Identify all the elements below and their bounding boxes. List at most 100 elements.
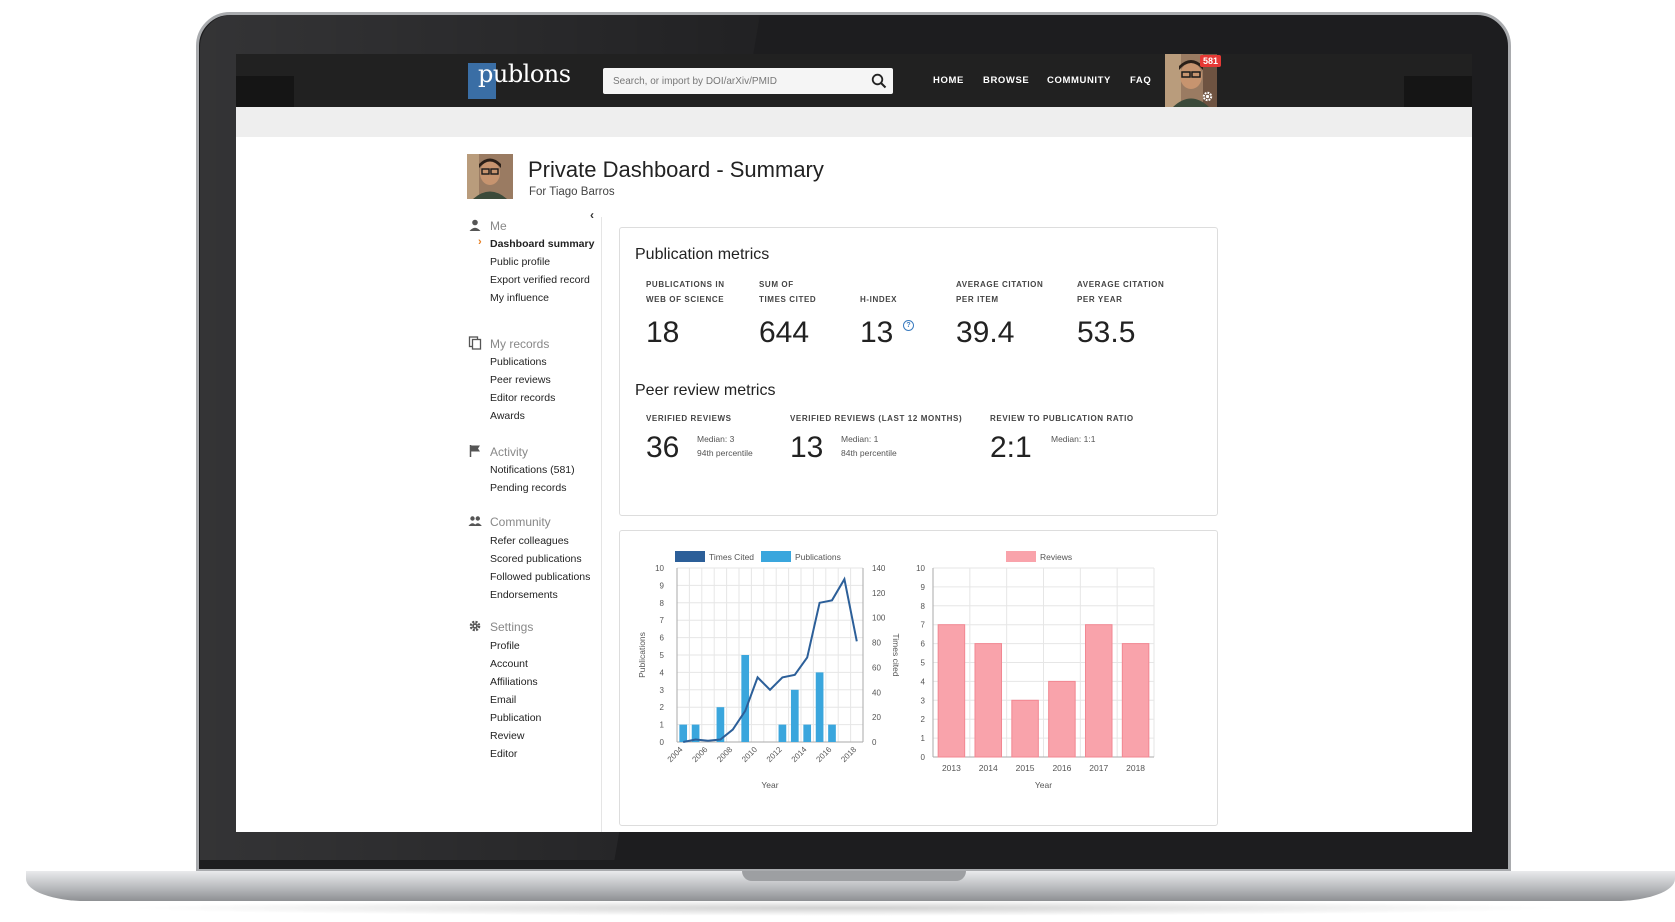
sidebar-item-endorsements[interactable]: Endorsements bbox=[490, 589, 558, 601]
logo-text: publons bbox=[478, 60, 571, 88]
sidebar-item-dashboard-summary[interactable]: Dashboard summary bbox=[490, 238, 594, 250]
metric-label: AVERAGE CITATION PER YEAR bbox=[1077, 277, 1164, 307]
nav-community-link[interactable]: COMMUNITY bbox=[1047, 75, 1111, 86]
notification-badge[interactable]: 581 bbox=[1200, 55, 1222, 67]
y-tick-label-left: 0 bbox=[660, 738, 665, 747]
metric-label-line2: PER YEAR bbox=[1077, 295, 1123, 304]
sidebar-item-my-influence[interactable]: My influence bbox=[490, 292, 549, 304]
sidebar-item-followed-publications[interactable]: Followed publications bbox=[490, 571, 590, 583]
x-tick-label: 2018 bbox=[839, 745, 858, 764]
y-tick-label-left: 8 bbox=[660, 599, 665, 608]
sidebar-item-publications[interactable]: Publications bbox=[490, 356, 547, 368]
sidebar-item-peer-reviews[interactable]: Peer reviews bbox=[490, 374, 551, 386]
search-box bbox=[603, 68, 893, 94]
median-text: Median: 1:1 bbox=[1051, 434, 1096, 444]
reviews-bar bbox=[1121, 643, 1150, 758]
y-tick-label: 2 bbox=[921, 715, 926, 724]
y-tick-label-left: 3 bbox=[660, 686, 665, 695]
y-tick-label-left: 1 bbox=[660, 721, 665, 730]
legend-label-publications: Publications bbox=[795, 552, 841, 562]
y-tick-label: 4 bbox=[921, 677, 926, 686]
verified-reviews-label: VERIFIED REVIEWS bbox=[646, 414, 732, 423]
navbar-side-left bbox=[236, 76, 294, 107]
metric-label: H-INDEX bbox=[860, 292, 897, 307]
y-tick-label-left: 4 bbox=[660, 668, 665, 677]
metric-label-line1: AVERAGE CITATION bbox=[956, 280, 1044, 289]
navbar-side-right bbox=[1404, 76, 1472, 107]
reviews-bar bbox=[974, 643, 1003, 758]
settings-gear-icon[interactable] bbox=[1201, 90, 1214, 103]
y-tick-label: 10 bbox=[916, 564, 925, 573]
nav-home-link[interactable]: HOME bbox=[933, 75, 964, 86]
x-axis-title: Year bbox=[1035, 780, 1052, 790]
sidebar-item-publication[interactable]: Publication bbox=[490, 712, 541, 724]
x-tick-label: 2015 bbox=[1016, 763, 1035, 773]
laptop-notch bbox=[742, 871, 966, 881]
sidebar-item-editor[interactable]: Editor bbox=[490, 748, 517, 760]
legend-swatch-publications bbox=[761, 551, 791, 562]
x-tick-label: 2012 bbox=[765, 745, 784, 764]
sidebar-item-review[interactable]: Review bbox=[490, 730, 524, 742]
metric-label-line1: AVERAGE CITATION bbox=[1077, 280, 1165, 289]
reviews-chart: 0 1 2 3 4 5 6 7 8 9 10 2013 2014 2015 2016 2017 2018 Year… bbox=[916, 551, 1155, 790]
verified-reviews-12m-label: VERIFIED REVIEWS (LAST 12 MONTHS) bbox=[790, 414, 963, 423]
reviews-bar bbox=[937, 624, 966, 758]
active-chevron-icon: › bbox=[478, 236, 482, 248]
verified-reviews-value: 36 bbox=[646, 431, 680, 464]
sidebar-item-account[interactable]: Account bbox=[490, 658, 528, 670]
search-input[interactable] bbox=[603, 68, 863, 94]
gear-icon bbox=[469, 620, 481, 632]
charts-card: 0 1 2 3 4 5 6 7 8 9 10 0 20 40 60 80 100 120 140 2004 2006 20… bbox=[619, 530, 1218, 826]
sidebar-item-profile[interactable]: Profile bbox=[490, 640, 520, 652]
reviews-bar bbox=[1084, 624, 1113, 758]
metric-label-line2: WEB OF SCIENCE bbox=[646, 295, 725, 304]
publications-bar bbox=[828, 724, 836, 742]
sidebar-section-me: Me bbox=[490, 219, 507, 233]
sidebar-item-scored-publications[interactable]: Scored publications bbox=[490, 553, 582, 565]
metric-label-line2: H-INDEX bbox=[860, 295, 898, 304]
profile-avatar-image bbox=[467, 154, 513, 199]
page-title: Private Dashboard - Summary bbox=[528, 157, 824, 182]
times-cited-value: 644 bbox=[759, 316, 810, 349]
sidebar-item-awards[interactable]: Awards bbox=[490, 410, 525, 422]
reviews-bar bbox=[1011, 699, 1039, 758]
y-tick-label-left: 10 bbox=[655, 564, 664, 573]
nav-faq-link[interactable]: FAQ bbox=[1130, 75, 1151, 86]
median-text: Median: 3 bbox=[697, 434, 735, 444]
y-tick-label-left: 5 bbox=[660, 651, 665, 660]
verified-reviews-12m-stats: Median: 1 84th percentile bbox=[841, 432, 897, 460]
metric-label: AVERAGE CITATION PER ITEM bbox=[956, 277, 1043, 307]
legend-swatch-times-cited bbox=[675, 551, 705, 562]
y-tick-label: 7 bbox=[921, 621, 926, 630]
sidebar-section-community: Community bbox=[490, 515, 551, 529]
sidebar-item-notifications[interactable]: Notifications (581) bbox=[490, 464, 575, 476]
metric-label-line1: PUBLICATIONS IN bbox=[646, 280, 725, 289]
copy-icon bbox=[468, 336, 482, 350]
x-tick-label: 2016 bbox=[1052, 763, 1071, 773]
sidebar-item-pending-records[interactable]: Pending records bbox=[490, 482, 566, 494]
people-icon bbox=[468, 516, 482, 526]
x-tick-label: 2006 bbox=[690, 745, 709, 764]
sidebar-divider bbox=[601, 217, 602, 832]
x-tick-label: 2008 bbox=[715, 745, 734, 764]
nav-browse-link[interactable]: BROWSE bbox=[983, 75, 1029, 86]
sidebar-item-export-verified-record[interactable]: Export verified record bbox=[490, 274, 590, 286]
publications-bar bbox=[778, 724, 787, 742]
metric-label-line2: TIMES CITED bbox=[759, 295, 817, 304]
sidebar-collapse-button[interactable]: ‹ bbox=[590, 208, 594, 222]
help-icon[interactable]: ? bbox=[903, 320, 914, 331]
percentile-text: 94th percentile bbox=[697, 448, 753, 458]
sidebar-item-public-profile[interactable]: Public profile bbox=[490, 256, 550, 268]
search-icon[interactable] bbox=[871, 73, 887, 89]
publications-bar bbox=[741, 655, 750, 742]
y-tick-label-right: 120 bbox=[872, 589, 886, 598]
sidebar-item-editor-records[interactable]: Editor records bbox=[490, 392, 555, 404]
profile-avatar bbox=[467, 154, 513, 199]
sidebar-item-affiliations[interactable]: Affiliations bbox=[490, 676, 538, 688]
average-citation-per-year-value: 53.5 bbox=[1077, 316, 1136, 349]
sidebar-item-email[interactable]: Email bbox=[490, 694, 516, 706]
sidebar-item-refer-colleagues[interactable]: Refer colleagues bbox=[490, 535, 569, 547]
x-axis-title: Year bbox=[761, 780, 778, 790]
browser-screen: publons HOME BROWSE COMMUNITY FAQ bbox=[236, 54, 1472, 832]
y-tick-label-right: 40 bbox=[872, 688, 881, 697]
